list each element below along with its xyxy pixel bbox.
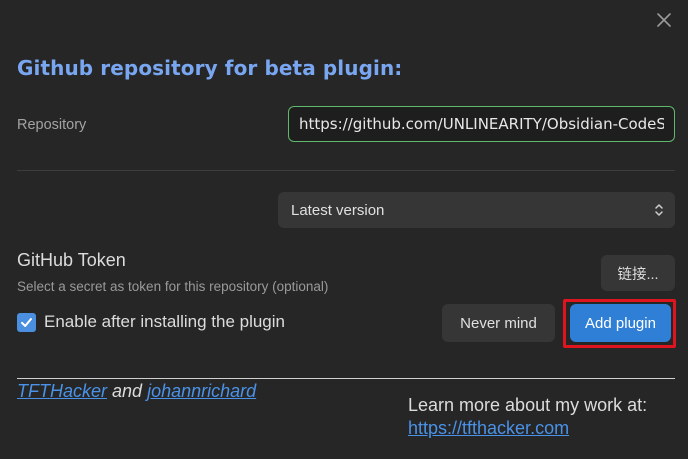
modal-title: Github repository for beta plugin: — [17, 56, 403, 80]
beta-plugin-modal: Github repository for beta plugin: Repos… — [0, 0, 688, 459]
chevron-up-down-icon — [655, 204, 663, 216]
enable-after-install-checkbox[interactable] — [17, 312, 36, 332]
credits: TFTHacker and johannrichard — [17, 381, 256, 402]
learn-more-text: Learn more about my work at: — [408, 395, 648, 415]
enable-after-install-row: Enable after installing the plugin — [17, 312, 285, 332]
version-select-value: Latest version — [291, 201, 385, 219]
enable-after-install-label: Enable after installing the plugin — [44, 312, 285, 331]
repository-input[interactable] — [288, 106, 675, 142]
link-secret-button[interactable]: 链接... — [601, 255, 675, 291]
author-link-johannrichard[interactable]: johannrichard — [147, 381, 256, 401]
close-icon — [657, 13, 671, 27]
version-select[interactable]: Latest version — [278, 192, 675, 228]
never-mind-button[interactable]: Never mind — [442, 304, 555, 342]
checkmark-icon — [21, 317, 32, 327]
repository-label: Repository — [17, 117, 87, 133]
credits-conjunction: and — [112, 381, 143, 401]
footer-divider — [17, 378, 675, 379]
author-link-tfthacker[interactable]: TFTHacker — [17, 381, 107, 401]
github-token-title: GitHub Token — [17, 250, 126, 270]
github-token-description: Select a secret as token for this reposi… — [17, 279, 329, 294]
divider — [17, 170, 675, 171]
close-button[interactable] — [652, 8, 676, 32]
add-plugin-button[interactable]: Add plugin — [570, 304, 671, 342]
learn-more-link[interactable]: https://tfthacker.com — [408, 418, 569, 439]
